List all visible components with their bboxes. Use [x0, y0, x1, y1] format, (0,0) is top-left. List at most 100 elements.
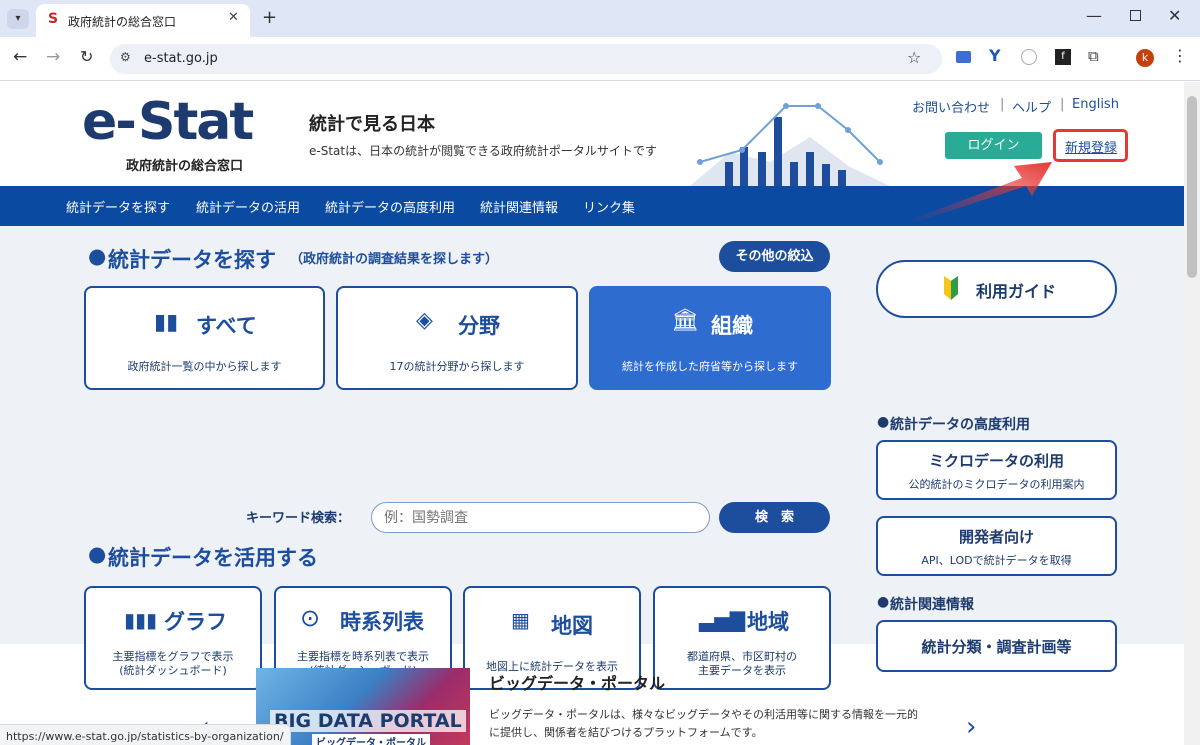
- english-link[interactable]: English: [1072, 97, 1119, 112]
- use-section-bullet: ●: [88, 542, 107, 566]
- card-timeseries-title: 時系列表: [340, 610, 424, 634]
- register-link[interactable]: 新規登録: [1065, 137, 1117, 156]
- card-graph-sub2: (統計ダッシュボード): [119, 664, 227, 677]
- bigdata-title: ビッグデータ・ポータル: [489, 674, 666, 693]
- card-graph-title: グラフ: [164, 610, 227, 634]
- carousel-next-icon[interactable]: ›: [966, 712, 976, 742]
- card-region-title: 地域: [747, 610, 789, 634]
- help-link[interactable]: ヘルプ: [1012, 97, 1051, 116]
- developer-title: 開発者向け: [958, 528, 1034, 546]
- other-filter-button[interactable]: その他の絞込: [719, 241, 830, 272]
- classification-button[interactable]: 統計分類・調査計画等: [876, 620, 1117, 672]
- bigdata-banner-sub: ビッグデータ・ポータル: [312, 734, 430, 745]
- extension-font-icon[interactable]: f: [1055, 49, 1071, 65]
- link-separator: |: [1000, 97, 1005, 112]
- microdata-button[interactable]: ミクロデータの利用 公的統計のミクロデータの利用案内: [876, 440, 1117, 500]
- maximize-icon[interactable]: [1130, 10, 1141, 21]
- bookmark-star-icon[interactable]: ☆: [907, 48, 921, 67]
- card-region[interactable]: ▃▅▇ 地域 都道府県、市区町村の 主要データを表示: [653, 586, 831, 690]
- developer-button[interactable]: 開発者向け API、LODで統計データを取得: [876, 516, 1117, 576]
- page-scrollbar-thumb[interactable]: [1187, 96, 1197, 278]
- red-arrow-annotation: [910, 162, 1052, 222]
- contact-link[interactable]: お問い合わせ: [912, 97, 990, 116]
- bigdata-banner-title: BIG DATA PORTAL: [270, 710, 466, 732]
- related-info-title: 統計関連情報: [890, 597, 974, 613]
- site-info-icon[interactable]: ⚙: [120, 50, 131, 64]
- building-icon: 🏛: [671, 308, 699, 333]
- status-url: https://www.e-stat.go.jp/statistics-by-o…: [6, 730, 284, 743]
- bigdata-desc-line1: ビッグデータ・ポータルは、様々なビッグデータやその利活用等に関する情報を一元的: [489, 708, 918, 721]
- guide-button[interactable]: 利用ガイド: [876, 260, 1117, 318]
- url-text: e-stat.go.jp: [144, 51, 218, 66]
- page-content: e- Stat 政府統計の総合窓口 統計で見る日本 e-Statは、日本の統計が…: [0, 82, 1184, 745]
- back-icon[interactable]: ←: [13, 47, 27, 67]
- tagline-subtitle: e-Statは、日本の統計が閲覧できる政府統計ポータルサイトです: [309, 144, 657, 158]
- microdata-sub: 公的統計のミクロデータの利用案内: [908, 478, 1085, 491]
- card-field-sub: 17の統計分野から探します: [389, 360, 525, 373]
- card-map-title: 地図: [551, 614, 593, 638]
- card-organization[interactable]: 🏛 組織 統計を作成した府省等から探します: [589, 286, 831, 390]
- forward-icon[interactable]: →: [46, 47, 60, 67]
- card-all-title: すべて: [196, 314, 257, 338]
- card-field-title: 分野: [458, 314, 500, 338]
- guide-label: 利用ガイド: [976, 282, 1057, 301]
- card-organization-title: 組織: [711, 314, 753, 338]
- card-all[interactable]: ▮▮ すべて 政府統計一覧の中から探します: [84, 286, 325, 390]
- nav-use-data[interactable]: 統計データの活用: [196, 197, 300, 216]
- search-section-title: 統計データを探す: [108, 248, 276, 272]
- address-bar[interactable]: ⚙ e-stat.go.jp ☆: [110, 44, 942, 74]
- cubes-search-icon: ◈: [416, 308, 433, 333]
- link-separator: |: [1060, 97, 1065, 112]
- developer-sub: API、LODで統計データを取得: [921, 554, 1072, 567]
- header-chart-illustration: [690, 103, 890, 186]
- use-section-title: 統計データを活用する: [108, 546, 318, 570]
- close-window-icon[interactable]: ✕: [1168, 6, 1181, 25]
- advanced-bullet: ●: [877, 414, 890, 430]
- logo-subtitle: 政府統計の総合窓口: [126, 159, 244, 174]
- keyword-search-input[interactable]: [371, 502, 710, 533]
- nav-advanced-use[interactable]: 統計データの高度利用: [325, 197, 455, 216]
- card-graph[interactable]: ▮▮▮ グラフ 主要指標をグラフで表示 (統計ダッシュボード): [84, 586, 262, 690]
- related-bullet: ●: [877, 594, 890, 610]
- map-search-icon: ▦: [511, 608, 530, 632]
- bigdata-desc-line2: に提供し、関係者を結びつけるプラットフォームです。: [489, 726, 763, 739]
- close-tab-icon[interactable]: ✕: [228, 10, 239, 25]
- favicon-icon: S: [48, 11, 59, 27]
- card-region-sub2: 主要データを表示: [698, 664, 786, 677]
- search-section-subtitle: （政府統計の調査結果を探します）: [290, 252, 499, 267]
- other-filter-label: その他の絞込: [735, 249, 814, 264]
- beginner-mark-icon: [944, 276, 958, 300]
- logo-e: e-: [82, 92, 137, 152]
- browser-menu-icon[interactable]: ⋮: [1172, 46, 1188, 65]
- login-label: ログイン: [967, 138, 1020, 153]
- card-all-sub: 政府統計一覧の中から探します: [127, 360, 282, 373]
- clock-check-icon: ⊙: [300, 604, 321, 632]
- advanced-use-title: 統計データの高度利用: [890, 417, 1030, 433]
- nav-related-info[interactable]: 統計関連情報: [480, 197, 558, 216]
- browser-tab[interactable]: S 政府統計の総合窓口 ✕: [36, 4, 250, 37]
- search-button-label: 検 索: [754, 510, 794, 525]
- minimize-icon[interactable]: —: [1086, 6, 1102, 25]
- nav-links[interactable]: リンク集: [583, 197, 635, 216]
- microdata-title: ミクロデータの利用: [928, 452, 1064, 470]
- classification-label: 統計分類・調査計画等: [921, 638, 1072, 656]
- nav-find-data[interactable]: 統計データを探す: [66, 197, 170, 216]
- extension-y-icon[interactable]: Y: [989, 46, 1001, 65]
- profile-avatar[interactable]: k: [1136, 49, 1154, 67]
- search-button[interactable]: 検 索: [719, 502, 830, 533]
- tab-title: 政府統計の総合窓口: [68, 15, 177, 29]
- logo-s-accent: [138, 102, 168, 142]
- reload-icon[interactable]: ↻: [80, 47, 93, 66]
- extension-compass-icon[interactable]: [1021, 49, 1037, 65]
- estat-logo[interactable]: e- Stat 政府統計の総合窓口: [82, 92, 272, 180]
- new-tab-icon[interactable]: +: [262, 7, 277, 28]
- region-bars-icon: ▃▅▇: [699, 608, 746, 632]
- bar-chart-search-icon: ▮▮: [154, 310, 179, 335]
- graph-icon: ▮▮▮: [124, 608, 158, 632]
- card-field[interactable]: ◈ 分野 17の統計分野から探します: [336, 286, 578, 390]
- extension-chat-icon[interactable]: [956, 51, 971, 63]
- tab-search-button[interactable]: ▾: [7, 9, 29, 29]
- status-bar: https://www.e-stat.go.jp/statistics-by-o…: [0, 724, 291, 745]
- extensions-puzzle-icon[interactable]: ⧉: [1088, 47, 1099, 65]
- keyword-label: キーワード検索：: [246, 511, 351, 526]
